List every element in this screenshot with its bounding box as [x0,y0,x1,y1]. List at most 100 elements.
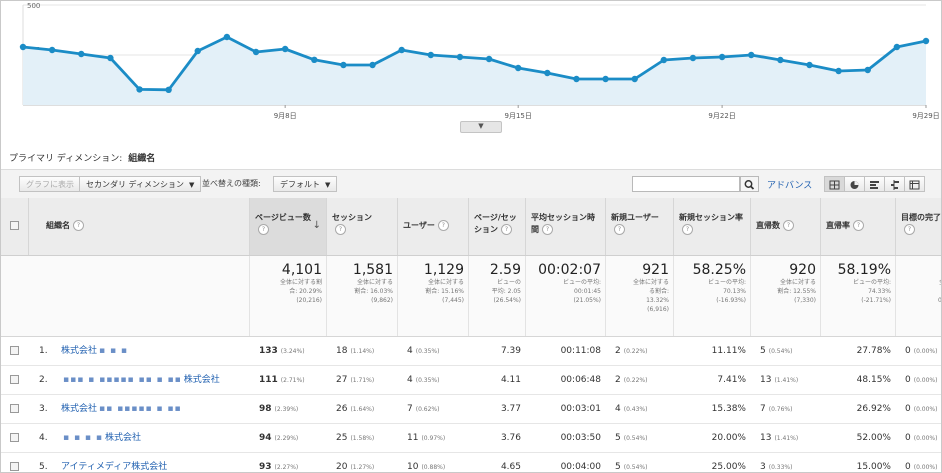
header-bounce-rate[interactable]: 直帰率? [820,198,895,255]
sort-type-dropdown[interactable]: デフォルト ▼ [273,176,338,192]
header-bounces[interactable]: 直帰数? [750,198,820,255]
search-button[interactable] [740,176,759,192]
data-point [602,75,609,83]
new-session-rate-value: 25.00% [711,462,746,472]
help-icon[interactable]: ? [853,220,864,231]
users-value: 7 [407,404,413,414]
organization-link[interactable]: 株式会社 ▪▪ ▪▪▪▪▪ ▪ ▪▪ [57,395,247,423]
new-users-percent: (0.43%) [623,406,648,413]
data-point [544,69,551,77]
pages-per-session-value: 4.11 [500,375,521,385]
primary-dimension-value[interactable]: 組織名 [128,154,155,164]
goal-completions-percent: (0.00%) [913,377,938,384]
bounces-percent: (0.33%) [768,464,793,471]
cell-avg-session-duration: 00:04:00 [525,453,605,472]
bounces-percent: (0.54%) [768,348,793,355]
sessions-percent: (1.14%) [350,348,375,355]
select-all-checkbox[interactable] [10,221,19,230]
help-icon[interactable]: ? [501,224,512,235]
cell-new-session-rate: 11.11% [673,337,750,365]
total-subtext: (26.54%) [493,297,521,304]
help-icon[interactable]: ? [258,224,269,235]
chevron-down-icon: ▼ [325,181,331,189]
row-checkbox[interactable] [10,462,19,471]
bounces-percent: (1.41%) [774,377,799,384]
header-pages-per-session[interactable]: ページ/セッション? [468,198,525,255]
performance-view-button[interactable] [864,176,885,192]
row-checkbox[interactable] [10,404,19,413]
sort-type-label: 並べ替えの種類: [202,179,261,188]
help-icon[interactable]: ? [437,220,449,231]
total-goal-completions: 0全体に割合:0.00% [895,256,942,336]
pageviews-percent: (2.29%) [274,435,299,442]
pivot-view-button[interactable] [904,176,925,192]
help-icon[interactable]: ? [614,224,625,235]
row-checkbox[interactable] [10,433,19,442]
help-icon[interactable]: ? [904,224,915,235]
table-row: 1. 株式会社 ▪︎ ▪ ▪ 133 (3.24%) 18 (1.14%) 4 (0.35%) 7… [1,337,941,366]
organization-link[interactable]: 株式会社 ▪︎ ▪ ▪ [57,337,247,365]
percentage-view-button[interactable] [844,176,865,192]
header-sessions[interactable]: セッション? [326,198,397,255]
cell-new-users: 2 (0.22%) [605,366,673,394]
help-icon[interactable]: ? [335,224,346,235]
data-point [864,66,871,74]
plot-rows-button[interactable]: グラフに表示 [19,176,81,192]
cell-users: 11 (0.97%) [397,424,468,452]
total-value: 0 [900,262,941,278]
organization-link[interactable]: ▪ ▪ ▪ ▪ 株式会社 [57,424,247,452]
header-pageviews[interactable]: ページビュー数? ↓ [249,198,326,255]
organization-name: 株式会社 [61,404,98,414]
cell-new-session-rate: 7.41% [673,366,750,394]
organization-link[interactable]: アイティメディア株式会社 [57,453,247,472]
cell-new-users: 5 (0.54%) [605,424,673,452]
row-checkbox[interactable] [10,375,19,384]
total-pages-per-session: 2.59 ビューの 平均: 2.05 (26.54%) [468,256,525,336]
bounces-percent: (0.76%) [768,406,793,413]
total-subtext: 0.00% [937,297,942,304]
help-icon[interactable]: ? [542,224,553,235]
chart-collapse-handle[interactable]: ▼ [460,121,502,133]
chart-x-ticks: 9月8日 9月15日 9月22日 9月29日 [274,105,940,120]
header-avg-session-duration[interactable]: 平均セッション時間? [525,198,605,255]
analytics-report: 500250 9月8日9月15日9月22日9月29日 ▼ プライマリ ディメンシ… [0,0,942,473]
advanced-filter-link[interactable]: アドバンス [767,178,812,191]
header-new-users[interactable]: 新規ユーザー? [605,198,673,255]
sessions-percent: (1.64%) [350,406,375,413]
help-icon[interactable]: ? [73,220,84,231]
header-new-session-rate[interactable]: 新規セッション率? [673,198,750,255]
cell-pages-per-session: 4.65 [468,453,525,472]
organization-link[interactable]: ▪▪▪ ▪ ▪▪▪▪▪ ▪▪ ▪ ▪▪ 株式会社 [57,366,247,394]
goal-completions-value: 0 [905,433,911,443]
pages-per-session-value: 3.77 [500,404,521,414]
totals-row: 4,101 全体に対する割 合: 20.29% (20,216) 1,581 全体に対する… [1,256,942,337]
cell-avg-session-duration: 00:03:01 [525,395,605,423]
data-point [136,86,143,93]
table-search-input[interactable] [632,176,740,192]
goal-completions-percent: (0.00%) [913,348,938,355]
y-tick-label: 500 [27,2,40,10]
users-value: 4 [407,346,413,356]
total-subtext: 割合: 16.03% [354,288,393,295]
data-view-button[interactable] [824,176,845,192]
data-point [19,43,27,51]
cell-users: 4 (0.35%) [397,366,468,394]
cell-bounces: 7 (0.76%) [750,395,820,423]
comparison-view-button[interactable] [884,176,905,192]
redacted-text: ▪︎ ▪ ▪ [99,346,129,356]
header-goal-completions[interactable]: 目標の完了数? [895,198,941,255]
help-icon[interactable]: ? [682,224,693,235]
total-pageviews: 4,101 全体に対する割 合: 20.29% (20,216) [249,256,326,336]
header-users[interactable]: ユーザー? [397,198,468,255]
cell-new-session-rate: 15.38% [673,395,750,423]
help-icon[interactable]: ? [783,220,794,231]
secondary-dimension-dropdown[interactable]: セカンダリ ディメンション ▼ [79,176,202,192]
total-subtext: ビューの平均: [707,279,746,286]
table-row: 3. 株式会社 ▪▪ ▪▪▪▪▪ ▪ ▪▪ 98 (2.39%) 26 (1.64%) 7 (0… [1,395,941,424]
pages-per-session-value: 7.39 [500,346,521,356]
data-point [223,33,231,41]
avg-session-duration-value: 00:06:48 [560,375,601,385]
cell-goal-completions: 0 (0.00%) [895,337,941,365]
header-organization[interactable]: 組織名? [28,198,249,255]
row-checkbox[interactable] [10,346,19,355]
